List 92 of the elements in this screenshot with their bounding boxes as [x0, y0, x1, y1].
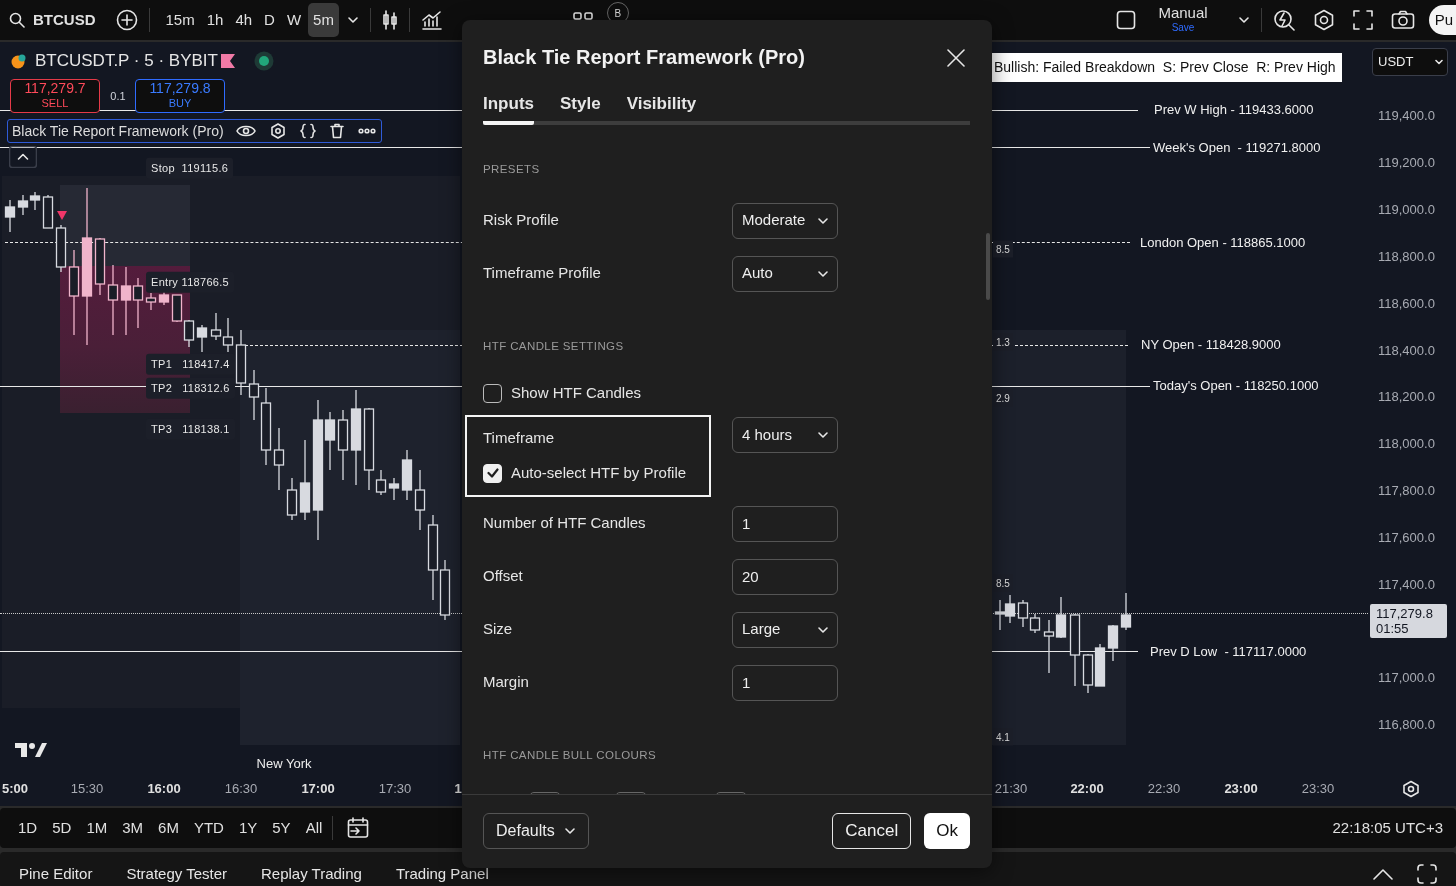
- level-label: Today's Open - 118250.1000: [1153, 377, 1319, 396]
- time-label: 15:30: [70, 780, 104, 799]
- symbol-search[interactable]: BTCUSD: [33, 8, 96, 32]
- range-button[interactable]: 3M: [122, 816, 144, 840]
- time-label: 1: [454, 780, 462, 799]
- publish-button[interactable]: Pu: [1428, 4, 1456, 36]
- clock-label: 22:18:05 UTC+3: [1332, 817, 1443, 838]
- price-label: 117,800.0: [1378, 482, 1435, 501]
- price-label: 117,400.0: [1378, 576, 1435, 595]
- level-label: Prev W High - 119433.6000: [1154, 101, 1314, 120]
- dialog-tab[interactable]: Inputs: [483, 93, 534, 125]
- price-label: 118,800.0: [1378, 248, 1435, 267]
- price-tag: 8.5: [993, 240, 1013, 258]
- panel-tab[interactable]: Trading Panel: [395, 862, 489, 886]
- dialog-tab[interactable]: Visibility: [626, 93, 697, 125]
- layout-button[interactable]: Manual Save: [1158, 5, 1208, 35]
- range-button[interactable]: 6M: [158, 816, 179, 840]
- time-label: 22:30: [1147, 780, 1181, 799]
- price-label: 117,000.0: [1378, 669, 1435, 688]
- level-label: Prev D Low - 117117.0000: [1150, 643, 1307, 662]
- range-button[interactable]: 1D: [18, 816, 38, 840]
- level-label: NY Open - 118428.9000: [1141, 336, 1281, 355]
- last-price-tag: 117,279.8 01:55: [1370, 604, 1447, 638]
- ok-button[interactable]: Ok: [924, 813, 970, 849]
- level-label: London Open - 118865.1000: [1140, 234, 1306, 253]
- panel-tab[interactable]: Pine Editor: [19, 862, 93, 886]
- dropdown[interactable]: 4 hours: [732, 417, 838, 453]
- range-button[interactable]: 1M: [86, 816, 108, 840]
- time-label: 23:00: [1224, 780, 1258, 799]
- price-label: 119,000.0: [1378, 201, 1435, 220]
- time-label: 5:00: [2, 780, 28, 799]
- price-label: 118,600.0: [1378, 295, 1435, 314]
- dialog-tab[interactable]: Style: [560, 93, 601, 125]
- input-field[interactable]: 1: [732, 505, 838, 542]
- time-label: 21:30: [994, 780, 1028, 799]
- interval-button[interactable]: 5m: [308, 2, 339, 38]
- indicator-name: Black Tie Report Framework (Pro): [12, 121, 224, 141]
- price-label: 116,800.0: [1378, 716, 1435, 735]
- section-heading: HTF CANDLE BULL COLOURS: [483, 748, 656, 763]
- interval-button[interactable]: 4h: [230, 2, 258, 38]
- interval-button[interactable]: W: [281, 2, 307, 38]
- price-label: 119,400.0: [1378, 107, 1435, 126]
- field-label: Offset: [483, 567, 523, 585]
- input-field[interactable]: 20: [732, 558, 838, 595]
- checkbox-label: Auto-select HTF by Profile: [511, 462, 687, 483]
- trade-label: TP2 118312.6: [146, 377, 235, 399]
- panel-tab[interactable]: Strategy Tester: [126, 862, 227, 886]
- dropdown[interactable]: Moderate: [732, 202, 838, 239]
- field-label: Margin: [483, 673, 529, 691]
- price-label: 118,000.0: [1378, 435, 1435, 454]
- spread-label: 0.1: [110, 88, 126, 104]
- checkbox-label: Show HTF Candles: [511, 382, 642, 403]
- time-label: 17:30: [378, 780, 412, 799]
- symbol-title: BTCUSDT.P · 5 · BYBIT: [35, 50, 218, 73]
- buy-button[interactable]: 117,279.8 BUY: [135, 79, 225, 113]
- trade-label: Stop 119115.6: [146, 157, 234, 179]
- field-label: Timeframe Profile: [483, 264, 601, 282]
- price-label: 119,200.0: [1378, 154, 1435, 173]
- range-button[interactable]: 1Y: [238, 816, 258, 840]
- defaults-dropdown[interactable]: Defaults: [483, 813, 589, 849]
- dropdown[interactable]: Large: [732, 611, 838, 648]
- price-label: 117,600.0: [1378, 529, 1435, 548]
- section-heading: HTF CANDLE SETTINGS: [483, 339, 624, 354]
- interval-button[interactable]: 1h: [201, 2, 229, 38]
- range-button[interactable]: YTD: [193, 816, 224, 840]
- range-button[interactable]: All: [305, 816, 323, 840]
- input-field[interactable]: 1: [732, 664, 838, 701]
- section-heading: PRESETS: [483, 162, 540, 177]
- signal-banner: Bullish: Failed Breakdown S: Prev Close R: Prev High: [992, 53, 1342, 82]
- time-label: 17:00: [301, 780, 335, 799]
- dropdown[interactable]: Auto: [732, 255, 838, 292]
- session-label: New York: [256, 755, 312, 774]
- price-label: 118,200.0: [1378, 388, 1435, 407]
- currency-dropdown[interactable]: USDT: [1372, 48, 1448, 76]
- range-button[interactable]: 5Y: [272, 816, 291, 840]
- field-label: Size: [483, 620, 513, 638]
- cancel-button[interactable]: Cancel: [832, 813, 912, 849]
- range-button[interactable]: 5D: [52, 816, 72, 840]
- time-label: 23:30: [1301, 780, 1335, 799]
- interval-button[interactable]: D: [259, 2, 280, 38]
- panel-tab[interactable]: Replay Trading: [261, 862, 362, 886]
- interval-button[interactable]: 15m: [160, 2, 200, 38]
- dialog-title: Black Tie Report Framework (Pro): [483, 45, 805, 69]
- sell-button[interactable]: 117,279.7 SELL: [10, 79, 100, 113]
- field-label: Timeframe: [483, 427, 555, 448]
- time-label: 22:00: [1070, 780, 1104, 799]
- time-label: 16:00: [147, 780, 181, 799]
- field-label: Risk Profile: [483, 211, 559, 229]
- field-label: Number of HTF Candles: [483, 514, 646, 532]
- time-label: 16:30: [224, 780, 258, 799]
- level-label: Week's Open - 119271.8000: [1153, 139, 1321, 158]
- price-label: 118,400.0: [1378, 342, 1435, 361]
